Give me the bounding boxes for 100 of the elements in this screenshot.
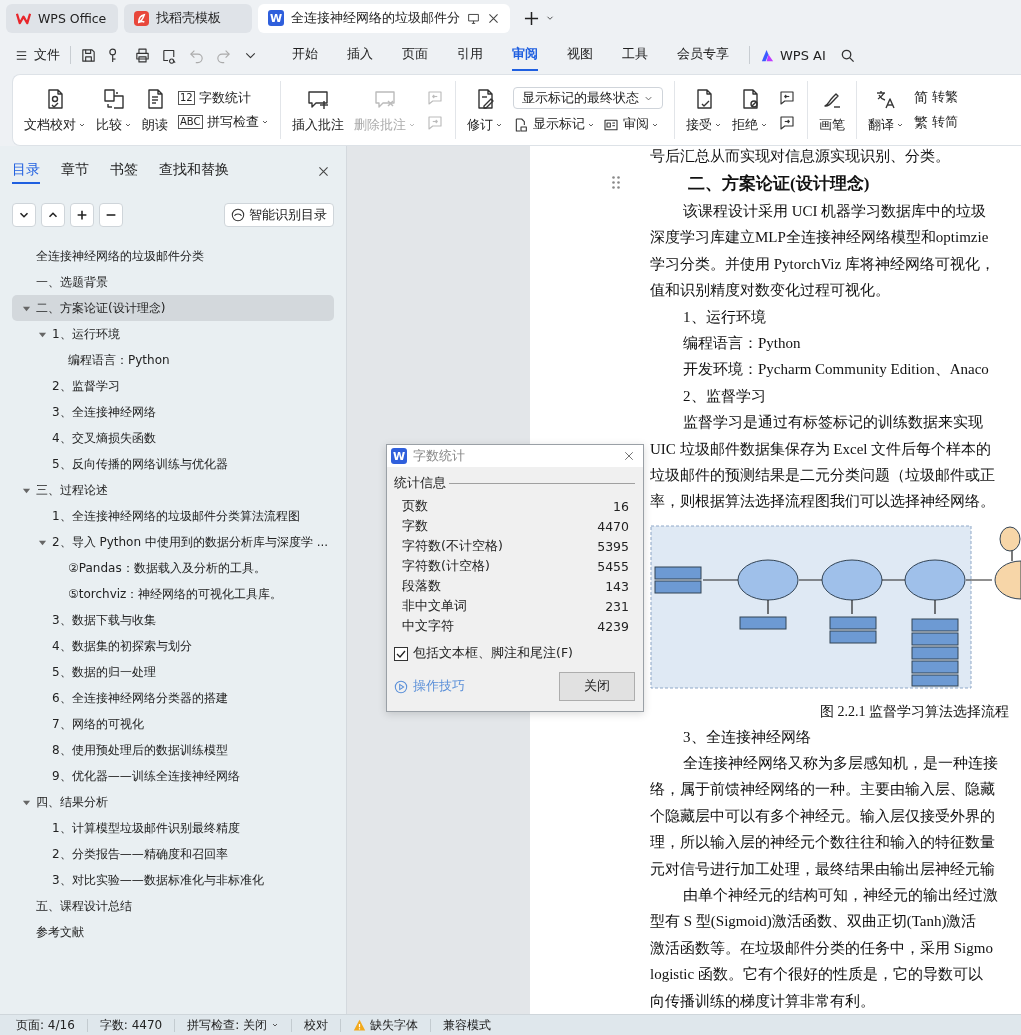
pane-tab[interactable]: 章节 xyxy=(61,158,89,184)
checkbox[interactable] xyxy=(394,646,408,661)
stat-label: 段落数 xyxy=(402,577,441,595)
paragraph-line: 理，所以输入层的神经元个数往往和输入的特征数量 xyxy=(650,834,995,851)
ai-button[interactable]: WPS AI xyxy=(758,45,828,65)
drag-handle-icon[interactable] xyxy=(612,176,620,190)
outline-item[interactable]: 3、对比实验——数据标准化与非标准化 xyxy=(12,867,334,893)
status-item[interactable]: 校对 xyxy=(292,1016,341,1034)
close-icon[interactable] xyxy=(317,164,330,178)
pane-tab[interactable]: 目录 xyxy=(12,158,40,184)
ribbon-tab[interactable]: 视图 xyxy=(567,39,593,71)
caret-icon xyxy=(271,1021,280,1029)
checkbox-label[interactable]: 包括文本框、脚注和尾注(F) xyxy=(413,645,573,662)
stat-value: 16 xyxy=(613,498,629,514)
stat-value: 143 xyxy=(605,578,629,594)
outline-item[interactable]: 2、监督学习 xyxy=(12,373,334,399)
paragraph-line: 学习分类。并使用 PytorchViz 库将神经网络可视化， xyxy=(650,255,995,272)
window-tab[interactable]: 找稻壳模板 xyxy=(124,3,252,33)
ribbon-button[interactable]: 比较 xyxy=(96,86,132,134)
outline-item[interactable]: 1、运行环境 xyxy=(12,321,334,347)
ribbon-button[interactable]: 文档校对 xyxy=(24,86,86,134)
outline-item[interactable]: 四、结果分析 xyxy=(12,789,334,815)
ribbon-button[interactable]: 插入批注 xyxy=(291,86,344,134)
outline-item[interactable]: 5、反向传播的网络训练与优化器 xyxy=(12,451,334,477)
status-item[interactable]: 拼写检查: 关闭 xyxy=(175,1016,292,1034)
ribbon-tab[interactable]: 工具 xyxy=(622,39,648,71)
ribbon-button[interactable]: 12 字数统计 xyxy=(178,89,251,107)
outline-item[interactable]: 2、分类报告——精确度和召回率 xyxy=(12,841,334,867)
comment-back-icon[interactable] xyxy=(777,88,796,107)
save-icon[interactable] xyxy=(80,46,97,64)
ribbon-button[interactable]: 接受 xyxy=(685,86,722,134)
collapse-button[interactable] xyxy=(12,203,36,227)
ribbon-button[interactable]: 显示标记 xyxy=(512,116,595,133)
ribbon-button[interactable]: 审阅 xyxy=(602,116,659,133)
smart-toc-button[interactable]: 智能识别目录 xyxy=(224,203,334,227)
ribbon-tab[interactable]: 页面 xyxy=(402,39,428,71)
ribbon-tab[interactable]: 插入 xyxy=(347,39,373,71)
ribbon-tab[interactable]: 开始 xyxy=(292,39,318,71)
ribbon-button[interactable]: ABC 拼写检查 xyxy=(178,113,269,131)
status-item[interactable]: 缺失字体 xyxy=(341,1016,431,1034)
outline-item[interactable]: 三、过程论述 xyxy=(12,477,334,503)
remove-button[interactable] xyxy=(99,203,123,227)
print-icon[interactable] xyxy=(134,46,151,64)
status-item[interactable]: 兼容模式 xyxy=(431,1016,504,1034)
outline-item[interactable]: ⑤torchviz：神经网络的可视化工具库。 xyxy=(12,581,334,607)
outline-item[interactable]: 6、全连接神经网络分类器的搭建 xyxy=(12,685,334,711)
outline-item[interactable]: 8、使用预处理后的数据训练模型 xyxy=(12,737,334,763)
close-icon[interactable] xyxy=(487,11,500,25)
ribbon-button[interactable]: 繁 转简 xyxy=(913,113,958,132)
ribbon-tab[interactable]: 引用 xyxy=(457,39,483,71)
outline-item[interactable]: 4、数据集的初探索与划分 xyxy=(12,633,334,659)
ai-logo-icon xyxy=(760,47,775,63)
add-button[interactable] xyxy=(70,203,94,227)
outline-item[interactable]: 2、导入 Python 中使用到的数据分析库与深度学 ... xyxy=(12,529,334,555)
comment-forward-icon[interactable] xyxy=(777,113,796,132)
ribbon-button[interactable]: 简 转繁 xyxy=(913,88,958,107)
outline-item[interactable]: ②Pandas：数据载入及分析的工具。 xyxy=(12,555,334,581)
outline-item[interactable]: 3、数据下载与收集 xyxy=(12,607,334,633)
ribbon-button[interactable]: 修订 xyxy=(466,86,503,134)
paragraph-line: 由单个神经元的结构可知，神经元的输出经过激 xyxy=(683,887,998,904)
ribbon-button[interactable]: 画笔 xyxy=(818,86,845,134)
pane-tab[interactable]: 查找和替换 xyxy=(159,158,229,184)
outline-item[interactable]: 编程语言：Python xyxy=(12,347,334,373)
search-icon[interactable] xyxy=(839,47,855,63)
paragraph-line: 编程语言：Python xyxy=(683,334,801,351)
paragraph-line: 垃圾邮件的预测结果是二元分类问题（垃圾邮件或正 xyxy=(650,466,995,483)
close-icon[interactable] xyxy=(623,450,635,462)
ribbon-tab[interactable]: 会员专享 xyxy=(677,39,729,71)
outline-item[interactable]: 一、选题背景 xyxy=(12,269,334,295)
outline-item[interactable]: 5、数据的归一处理 xyxy=(12,659,334,685)
dialog-title: 字数统计 xyxy=(413,447,465,465)
outline-item[interactable]: 4、交叉熵损失函数 xyxy=(12,425,334,451)
ribbon-button[interactable]: 朗读 xyxy=(142,86,168,134)
file-menu-button[interactable]: 文件 xyxy=(12,44,62,66)
paragraph-line: 激活函数等。在垃圾邮件分类的任务中，采用 Sigmo xyxy=(650,939,993,956)
play-icon xyxy=(394,679,408,694)
ribbon-tab[interactable]: 审阅 xyxy=(512,39,538,71)
markup-dropdown[interactable]: 显示标记的最终状态 xyxy=(512,87,663,109)
ribbon-button[interactable]: 翻译 xyxy=(867,86,904,134)
pane-tab[interactable]: 书签 xyxy=(110,158,138,184)
outline-item[interactable]: 1、计算模型垃圾邮件识别最终精度 xyxy=(12,815,334,841)
window-tab[interactable]: WPS Office xyxy=(6,3,118,33)
status-item[interactable]: 页面: 4/16 xyxy=(16,1016,87,1034)
outline-item[interactable]: 9、优化器——训练全连接神经网络 xyxy=(12,763,334,789)
outline-item[interactable]: 7、网络的可视化 xyxy=(12,711,334,737)
outline-item[interactable]: 二、方案论证(设计理念) xyxy=(12,295,334,321)
paragraph-line: 监督学习是通过有标签标记的训练数据来实现 xyxy=(683,414,983,431)
window-tab[interactable]: W 全连接神经网络的垃圾邮件分 xyxy=(258,3,510,33)
new-tab-icon[interactable] xyxy=(524,10,539,26)
expand-button[interactable] xyxy=(41,203,65,227)
outline-item[interactable]: 参考文献 xyxy=(12,919,334,945)
outline-item[interactable]: 全连接神经网络的垃圾邮件分类 xyxy=(12,243,334,269)
status-item[interactable]: 字数: 4470 xyxy=(87,1016,175,1034)
outline-item[interactable]: 1、全连接神经网络的垃圾邮件分类算法流程图 xyxy=(12,503,334,529)
document-logo-icon: W xyxy=(391,448,407,464)
outline-item[interactable]: 3、全连接神经网络 xyxy=(12,399,334,425)
character-icon: 简 xyxy=(913,88,928,107)
ribbon-button[interactable]: 拒绝 xyxy=(731,86,768,134)
outline-item[interactable]: 五、课程设计总结 xyxy=(12,893,334,919)
close-button[interactable]: 关闭 xyxy=(559,672,635,701)
